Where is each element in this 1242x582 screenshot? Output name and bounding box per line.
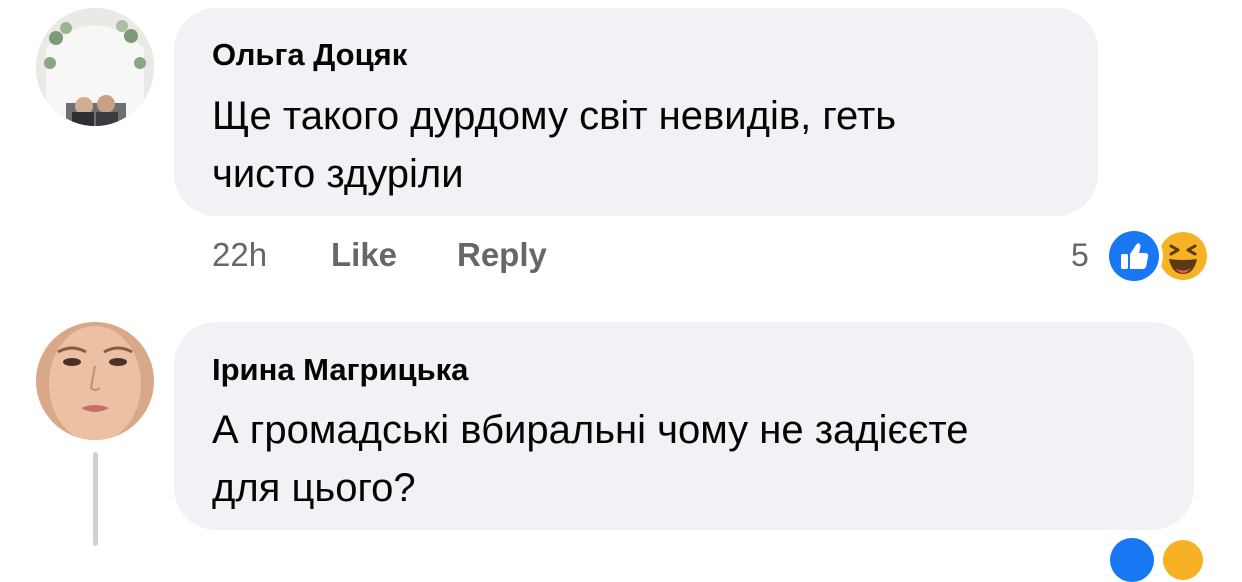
comment-text-line: А громадські вбиральні чому не задієєте [212,408,969,452]
avatar[interactable] [36,8,154,126]
comment-author[interactable]: Ольга Доцяк [212,37,407,73]
comment-timestamp[interactable]: 22h [212,236,267,274]
comments-view: { "comments": [ { "author": "Ольга Доцяк… [0,0,1242,582]
avatar-photo [36,322,154,440]
comment-text-line: Ще такого дурдому світ невидів, геть [212,94,897,138]
like-button[interactable]: Like [331,236,397,274]
haha-icon[interactable] [1156,229,1210,283]
avatar-photo [36,8,154,126]
like-icon[interactable] [1105,227,1163,285]
comment-text-line: для цього? [212,466,416,510]
thread-line [93,452,98,546]
comment-author[interactable]: Ірина Магрицька [212,352,468,388]
avatar[interactable] [36,322,154,440]
reply-button[interactable]: Reply [457,236,547,274]
like-icon[interactable] [1110,538,1154,582]
reaction-count[interactable]: 5 [1071,237,1089,274]
comment-text-line: чисто здуріли [212,152,464,196]
haha-icon[interactable] [1163,540,1203,580]
